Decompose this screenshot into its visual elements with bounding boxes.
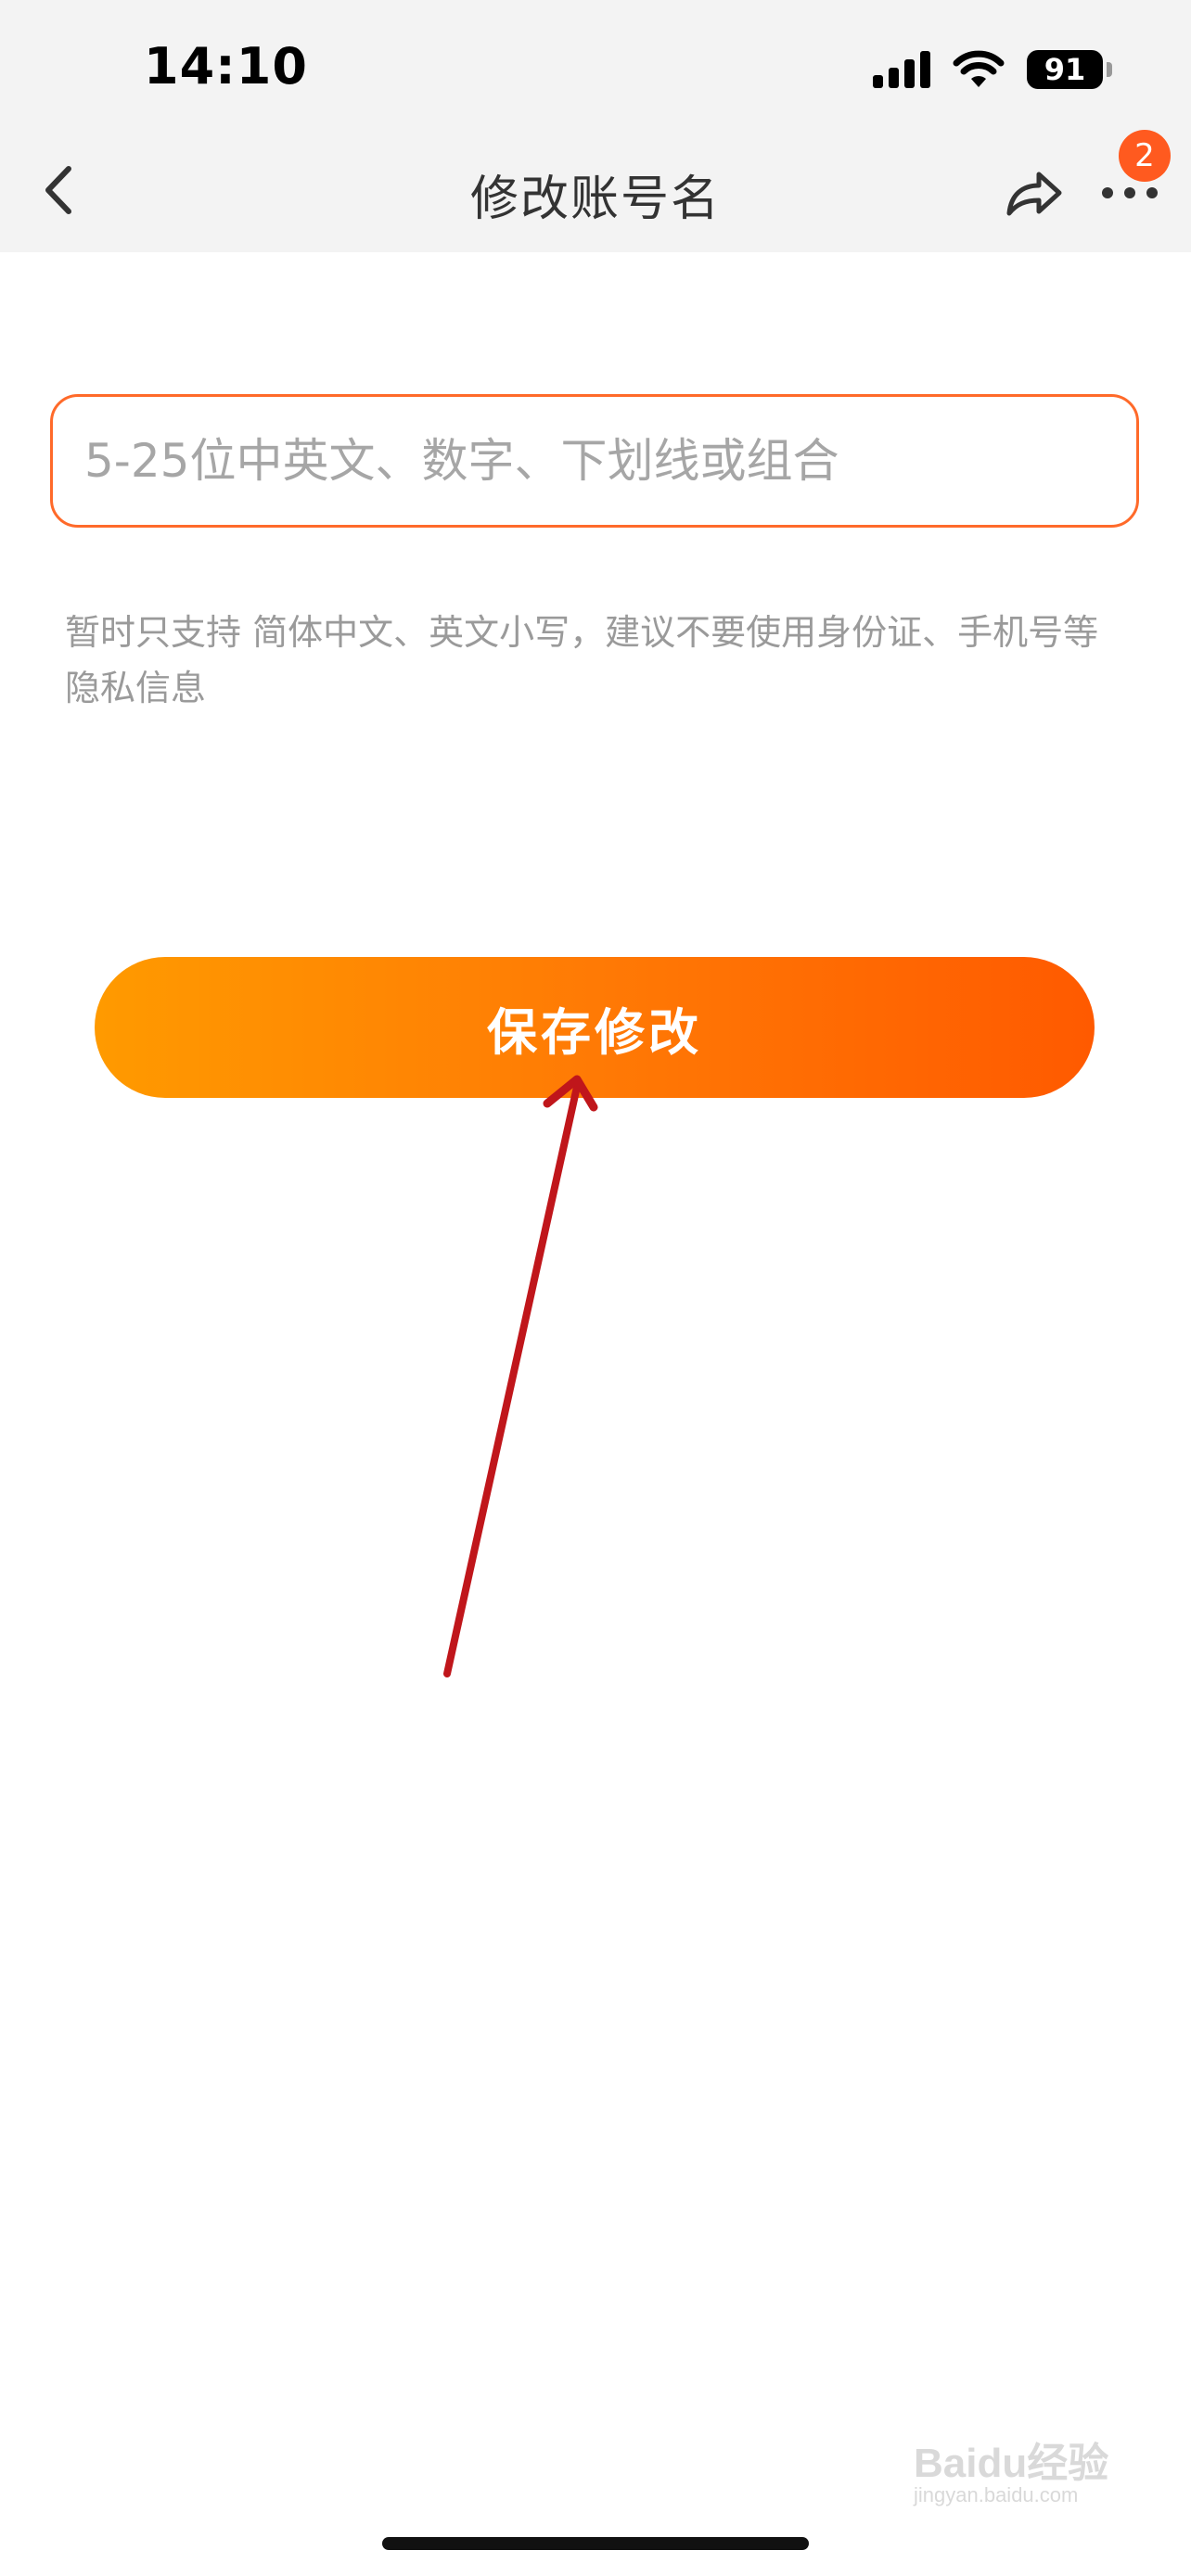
signal-icon: [873, 51, 930, 88]
annotation-arrow: [443, 1075, 598, 1677]
battery-icon: 91: [1027, 50, 1112, 89]
status-time: 14:10: [144, 37, 308, 96]
status-icons: 91: [873, 46, 1112, 93]
save-button[interactable]: 保存修改: [95, 957, 1095, 1098]
home-indicator[interactable]: [382, 2537, 809, 2550]
watermark-sub: jingyan.baidu.com: [914, 2483, 1079, 2506]
share-icon[interactable]: [1002, 163, 1067, 223]
top-bar: 14:10 91 修改账号名 2: [0, 0, 1191, 252]
watermark-text: Baidu经验: [914, 2441, 1109, 2486]
wifi-icon: [953, 50, 1005, 87]
baidu-watermark: Baidu经验 jingyan.baidu.com: [914, 2429, 1109, 2506]
notification-badge: 2: [1119, 130, 1171, 182]
account-name-input[interactable]: [50, 394, 1139, 528]
input-hint: 暂时只支持 简体中文、英文小写，建议不要使用身份证、手机号等隐私信息: [65, 612, 1099, 708]
